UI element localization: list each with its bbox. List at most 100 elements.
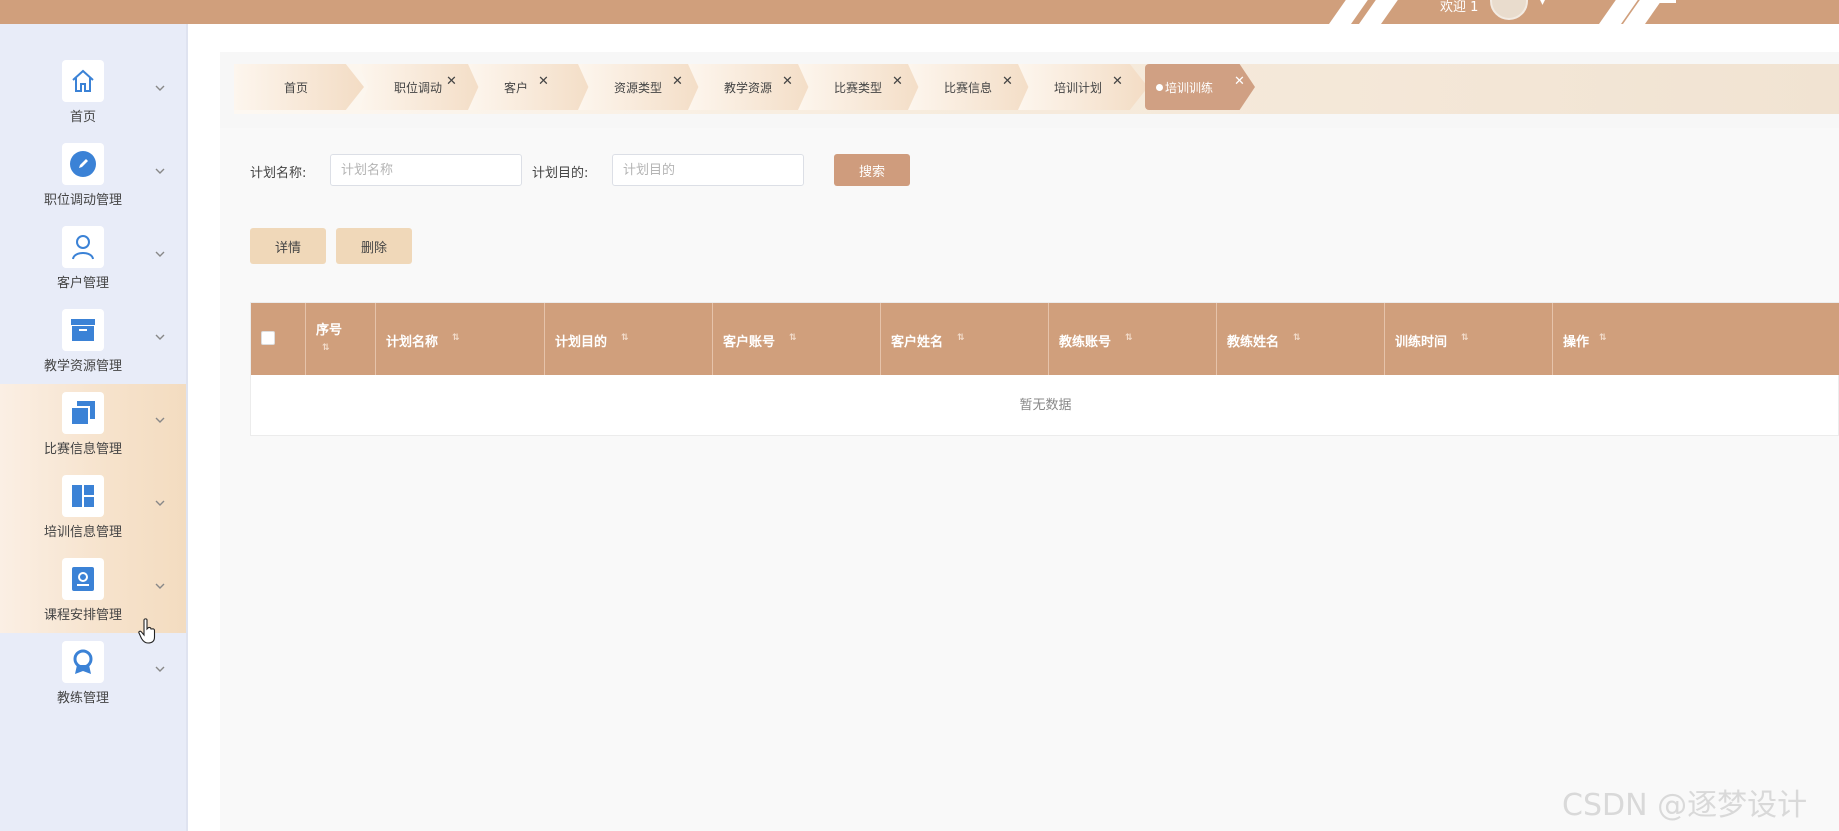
- column-title: 操作: [1563, 335, 1590, 350]
- sidebar-item-competition-info[interactable]: 比赛信息管理: [0, 384, 186, 467]
- select-all-column: [251, 303, 306, 375]
- sidebar-item-coaches[interactable]: 教练管理: [0, 633, 186, 716]
- sidebar-item-teaching-resources[interactable]: 教学资源管理: [0, 301, 186, 384]
- sidebar-item-label: 客户管理: [56, 276, 109, 291]
- menu-icon[interactable]: [1658, 0, 1676, 3]
- delete-button[interactable]: 删除: [336, 228, 412, 264]
- sidebar-item-label: 培训信息管理: [43, 525, 122, 540]
- sort-icon[interactable]: ⇅: [452, 333, 460, 343]
- column-title: 客户姓名: [891, 335, 944, 350]
- column-header[interactable]: 操作 ⇅: [1553, 303, 1839, 375]
- sort-icon[interactable]: ⇅: [1461, 333, 1469, 343]
- tab-training-plan[interactable]: 培训计划 ✕: [1018, 64, 1148, 110]
- close-icon[interactable]: ✕: [782, 74, 793, 89]
- avatar[interactable]: [1490, 0, 1528, 20]
- search-button[interactable]: 搜索: [834, 154, 910, 186]
- tab-label: 比赛信息: [944, 81, 993, 95]
- tab-label: 资源类型: [614, 81, 663, 95]
- tab-label: 比赛类型: [834, 81, 883, 95]
- sidebar-item-home[interactable]: 首页: [0, 52, 186, 135]
- hand-cursor-icon: [138, 618, 156, 644]
- tab-competition-info[interactable]: 比赛信息 ✕: [908, 64, 1038, 110]
- sidebar-item-course-schedule[interactable]: 课程安排管理: [0, 550, 186, 633]
- close-icon[interactable]: ✕: [892, 74, 903, 89]
- home-icon: [62, 60, 104, 102]
- column-header[interactable]: 教练姓名 ⇅: [1217, 303, 1385, 375]
- column-header[interactable]: 客户账号 ⇅: [713, 303, 881, 375]
- sidebar-item-label: 首页: [69, 110, 96, 125]
- search-panel: [220, 140, 1839, 830]
- table-header: 序号 ⇅ 计划名称 ⇅ 计划目的 ⇅ 客户账号 ⇅ 客户姓名 ⇅ 教练账号 ⇅ …: [251, 303, 1839, 375]
- tab-resource-type[interactable]: 资源类型 ✕: [578, 64, 708, 110]
- chevron-down-icon: [155, 85, 165, 91]
- tab-label: 职位调动: [394, 81, 443, 95]
- details-button[interactable]: 详情: [250, 228, 326, 264]
- tab-label: 培训计划: [1054, 81, 1103, 95]
- sidebar-item-label: 教学资源管理: [43, 359, 122, 374]
- sort-icon[interactable]: ⇅: [322, 343, 330, 353]
- plan-goal-input[interactable]: [612, 154, 804, 186]
- chevron-down-icon: [155, 168, 165, 174]
- sort-icon[interactable]: ⇅: [621, 333, 629, 343]
- watermark: CSDN @逐梦设计: [1562, 788, 1808, 823]
- close-icon[interactable]: ✕: [446, 74, 457, 89]
- close-icon[interactable]: ✕: [1234, 74, 1245, 89]
- chevron-down-icon[interactable]: ▾: [1540, 0, 1545, 8]
- plan-name-input[interactable]: [330, 154, 522, 186]
- column-header[interactable]: 计划目的 ⇅: [545, 303, 713, 375]
- column-header[interactable]: 序号 ⇅: [306, 303, 376, 375]
- column-title: 教练姓名: [1227, 335, 1280, 350]
- welcome-text: 欢迎 1: [1440, 0, 1479, 15]
- close-icon[interactable]: ✕: [672, 74, 683, 89]
- plan-name-label: 计划名称:: [250, 166, 307, 181]
- tab-label: 教学资源: [724, 81, 773, 95]
- close-icon[interactable]: ✕: [1002, 74, 1013, 89]
- sidebar-item-label: 比赛信息管理: [43, 442, 122, 457]
- data-table: 序号 ⇅ 计划名称 ⇅ 计划目的 ⇅ 客户账号 ⇅ 客户姓名 ⇅ 教练账号 ⇅ …: [250, 302, 1839, 436]
- chevron-down-icon: [155, 666, 165, 672]
- sidebar: 首页 职位调动管理 客户管理 教学资源管理 比赛信息管理 培训信息管理 课程安排…: [0, 24, 188, 831]
- sort-icon[interactable]: ⇅: [1599, 333, 1607, 343]
- tab-label: 首页: [284, 81, 309, 95]
- top-bar: 欢迎 1 ▾: [0, 0, 1839, 24]
- tab-competition-type[interactable]: 比赛类型 ✕: [798, 64, 928, 110]
- sort-icon[interactable]: ⇅: [789, 333, 797, 343]
- sort-icon[interactable]: ⇅: [957, 333, 965, 343]
- sidebar-item-position-transfer[interactable]: 职位调动管理: [0, 135, 186, 218]
- tab-label: 客户: [504, 81, 529, 95]
- layout-icon: [62, 475, 104, 517]
- chevron-down-icon: [155, 334, 165, 340]
- copy-icon: [62, 392, 104, 434]
- column-title: 序号: [316, 323, 343, 338]
- active-dot-icon: [1156, 84, 1163, 91]
- plan-goal-label: 计划目的:: [532, 166, 589, 181]
- tab-home[interactable]: 首页: [234, 64, 364, 110]
- column-title: 教练账号: [1059, 335, 1112, 350]
- tab-training-session[interactable]: 培训训练 ✕: [1145, 64, 1255, 110]
- edit-icon: [62, 143, 104, 185]
- badge-icon: [62, 641, 104, 683]
- column-header[interactable]: 教练账号 ⇅: [1049, 303, 1217, 375]
- tab-teaching-resource[interactable]: 教学资源 ✕: [688, 64, 818, 110]
- chevron-down-icon: [155, 500, 165, 506]
- column-title: 训练时间: [1395, 335, 1448, 350]
- sort-icon[interactable]: ⇅: [1293, 333, 1301, 343]
- column-header[interactable]: 客户姓名 ⇅: [881, 303, 1049, 375]
- sidebar-item-customers[interactable]: 客户管理: [0, 218, 186, 301]
- sort-icon[interactable]: ⇅: [1125, 333, 1133, 343]
- close-icon[interactable]: ✕: [538, 74, 549, 89]
- id-card-icon: [62, 558, 104, 600]
- tab-position-transfer[interactable]: 职位调动 ✕: [358, 64, 488, 110]
- tab-label: 培训训练: [1165, 81, 1214, 95]
- column-title: 客户账号: [723, 335, 776, 350]
- tab-customer[interactable]: 客户 ✕: [468, 64, 598, 110]
- close-icon[interactable]: ✕: [1112, 74, 1123, 89]
- column-header[interactable]: 训练时间 ⇅: [1385, 303, 1553, 375]
- column-header[interactable]: 计划名称 ⇅: [376, 303, 545, 375]
- sidebar-item-training-info[interactable]: 培训信息管理: [0, 467, 186, 550]
- chevron-down-icon: [155, 417, 165, 423]
- select-all-checkbox[interactable]: [261, 331, 275, 345]
- column-title: 计划目的: [555, 335, 608, 350]
- archive-icon: [62, 309, 104, 351]
- chevron-down-icon: [155, 583, 165, 589]
